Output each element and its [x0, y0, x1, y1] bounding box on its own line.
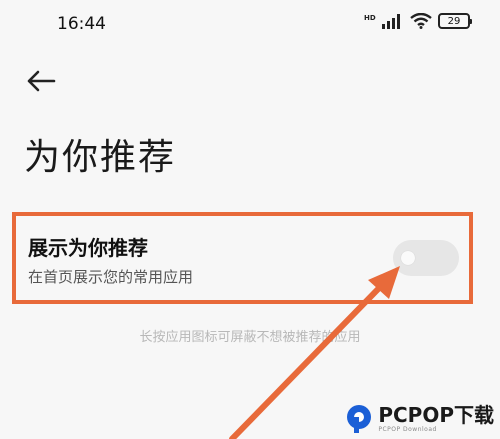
battery-icon: 29 — [438, 13, 472, 29]
watermark-main: PCPOP下载 — [378, 403, 494, 427]
status-bar: 16:44 HD 29 — [0, 0, 500, 52]
wifi-icon — [410, 13, 432, 29]
svg-text:HD: HD — [364, 14, 376, 22]
recommendation-toggle[interactable] — [393, 240, 459, 276]
back-arrow-icon — [27, 70, 56, 92]
status-time: 16:44 — [57, 14, 106, 34]
battery-level: 29 — [447, 15, 461, 27]
setting-row-show-recommendations[interactable]: 展示为你推荐 在首页展示您的常用应用 — [12, 212, 473, 304]
watermark-sub: PCPOP Download — [378, 426, 437, 433]
hint-text: 长按应用图标可屏蔽不想被推荐的应用 — [139, 330, 361, 345]
signal-icon — [382, 14, 400, 29]
page-title: 为你推荐 — [24, 137, 177, 178]
pcpop-logo-icon — [347, 405, 372, 433]
watermark: PCPOP下载 PCPOP Download — [344, 403, 494, 435]
toggle-knob — [401, 251, 415, 265]
status-icons: HD 29 — [364, 13, 472, 29]
hd-icon: HD — [364, 14, 376, 22]
setting-title: 展示为你推荐 — [28, 236, 148, 260]
setting-subtitle: 在首页展示您的常用应用 — [28, 268, 194, 286]
back-button[interactable] — [24, 66, 58, 96]
